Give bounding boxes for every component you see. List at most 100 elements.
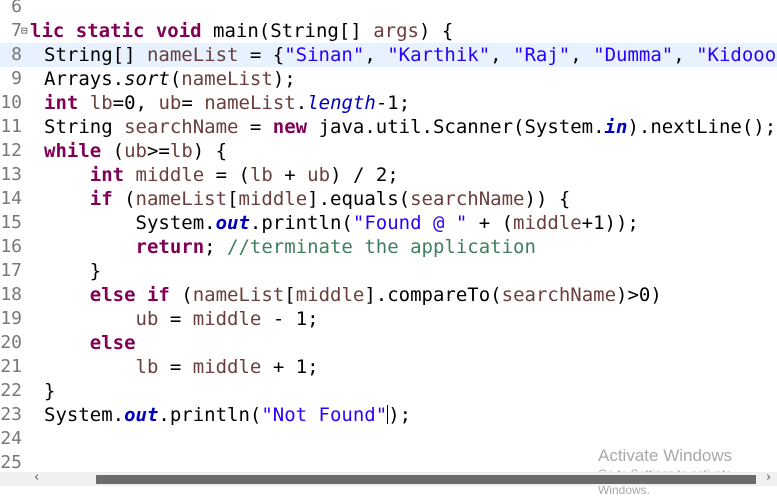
code-text[interactable]: System.out.println("Found @ " + (middle+… — [44, 211, 639, 235]
code-text[interactable]: String[] nameList = {"Sinan", "Karthik",… — [44, 43, 777, 67]
code-line[interactable]: 18 else if (nameList[middle].compareTo(s… — [0, 283, 777, 307]
line-number: 24 — [0, 428, 22, 449]
code-token: ub — [124, 140, 147, 162]
code-token: ) / 2; — [330, 164, 399, 186]
code-text[interactable]: lic static void main(String[] args) { — [30, 19, 453, 43]
code-token: in — [604, 116, 628, 138]
code-token: +1)); — [581, 212, 639, 234]
code-line[interactable]: 9 Arrays.sort(nameList); — [0, 67, 777, 91]
code-text[interactable]: lb = middle + 1; — [44, 355, 319, 379]
code-line[interactable]: 7 ⊟ lic static void main(String[] args) { — [0, 19, 777, 43]
code-token: ub — [307, 164, 331, 186]
code-token: ); — [272, 68, 296, 90]
code-line[interactable]: 13 int middle = (lb + ub) / 2; — [0, 163, 777, 187]
code-token: searchName — [124, 116, 239, 138]
code-token: lb — [249, 164, 273, 186]
code-token: "Found @ " — [352, 212, 468, 234]
code-token: + ( — [467, 212, 514, 234]
line-number: 22 — [0, 380, 22, 401]
code-token: String[] — [44, 44, 147, 66]
code-text[interactable]: } — [44, 259, 101, 283]
code-token: )>0) — [616, 284, 662, 306]
code-token: .println( — [249, 212, 353, 234]
code-token: } — [44, 380, 56, 402]
code-text[interactable]: ub = middle - 1; — [44, 307, 319, 331]
code-token: new — [272, 116, 308, 138]
code-token: main(String[] — [213, 20, 374, 42]
code-token: args — [373, 20, 419, 42]
code-token: =0, — [112, 92, 159, 114]
code-token: ( — [169, 284, 193, 306]
code-line[interactable]: 20 else — [0, 331, 777, 355]
code-editor[interactable]: 6 7 ⊟ lic static void main(String[] args) {… — [0, 0, 777, 472]
code-line[interactable]: 16 return; //terminate the application — [0, 235, 777, 259]
code-token: = — [158, 356, 193, 378]
line-number: 15 — [0, 212, 22, 233]
code-line[interactable]: 10 int lb=0, ub= nameList.length-1; — [0, 91, 777, 115]
code-token: ub — [135, 308, 159, 330]
line-number: 11 — [0, 116, 22, 137]
line-number: 7 — [11, 20, 22, 41]
scrollbar-thumb[interactable] — [96, 475, 756, 484]
code-token: middle — [295, 284, 365, 306]
code-text[interactable]: } — [44, 379, 55, 403]
code-line[interactable]: 23 System.out.println("Not Found"); — [0, 403, 777, 427]
line-number: 6 — [11, 0, 22, 17]
fold-collapse-icon[interactable]: ⊟ — [21, 19, 28, 43]
code-line[interactable]: 8 String[] nameList = {"Sinan", "Karthik"… — [0, 43, 777, 67]
code-line[interactable]: 19 ub = middle - 1; — [0, 307, 777, 331]
code-token: lb — [169, 140, 193, 162]
code-token: , — [570, 44, 594, 66]
code-line[interactable]: 17 } — [0, 259, 777, 283]
code-line[interactable]: 6 — [0, 0, 777, 19]
code-text[interactable]: int middle = (lb + ub) / 2; — [44, 163, 399, 187]
code-token: )) { — [524, 188, 571, 210]
code-text[interactable]: System.out.println("Not Found"); — [44, 403, 411, 427]
code-line[interactable]: 22} — [0, 379, 777, 403]
code-token: = { — [238, 44, 285, 66]
code-token: , — [364, 44, 388, 66]
code-token: String — [44, 116, 125, 138]
code-line[interactable]: 15 System.out.println("Found @ " + (midd… — [0, 211, 777, 235]
code-text[interactable]: Arrays.sort(nameList); — [44, 67, 296, 91]
code-token: return — [135, 236, 205, 258]
line-number: 16 — [0, 236, 22, 257]
code-text[interactable]: return; //terminate the application — [44, 235, 536, 259]
scroll-left-arrow-icon[interactable]: ‹ — [34, 471, 39, 485]
code-token: = — [158, 308, 193, 330]
horizontal-scrollbar[interactable]: ‹ › — [0, 471, 777, 486]
line-number: 19 — [0, 308, 22, 329]
code-line[interactable]: 21 lb = middle + 1; — [0, 355, 777, 379]
code-text[interactable]: else — [44, 331, 136, 355]
code-text[interactable]: String searchName = new java.util.Scanne… — [44, 115, 776, 139]
code-token: ) { — [418, 20, 454, 42]
line-number: 14 — [0, 188, 22, 209]
code-token: "Sinan" — [284, 44, 365, 66]
code-token: lic static void — [30, 20, 214, 42]
line-number: 25 — [0, 452, 22, 472]
code-text[interactable]: else if (nameList[middle].compareTo(sear… — [44, 283, 662, 307]
code-text[interactable]: while (ub>=lb) { — [44, 139, 227, 163]
code-token: [ — [284, 284, 296, 306]
code-token: middle — [192, 308, 262, 330]
code-line[interactable]: 11 String searchName = new java.util.Scan… — [0, 115, 777, 139]
code-line[interactable]: 12 while (ub>=lb) { — [0, 139, 777, 163]
code-token: . — [295, 92, 308, 114]
code-token: Arrays. — [44, 68, 125, 90]
code-token: = ( — [204, 164, 250, 186]
code-token: ( — [169, 68, 182, 90]
code-token: - 1; — [261, 308, 319, 330]
code-text[interactable]: if (nameList[middle].equals(searchName))… — [44, 187, 571, 211]
scroll-right-arrow-icon[interactable]: › — [766, 471, 771, 485]
code-token: } — [44, 260, 102, 282]
code-token: searchName — [501, 284, 617, 306]
line-number: 21 — [0, 356, 22, 377]
code-line[interactable]: 14 if (nameList[middle].equals(searchNam… — [0, 187, 777, 211]
code-token: .println( — [158, 404, 262, 426]
code-token: "Raj" — [513, 44, 571, 66]
code-text[interactable]: int lb=0, ub= nameList.length-1; — [44, 91, 410, 115]
code-token: , — [673, 44, 697, 66]
